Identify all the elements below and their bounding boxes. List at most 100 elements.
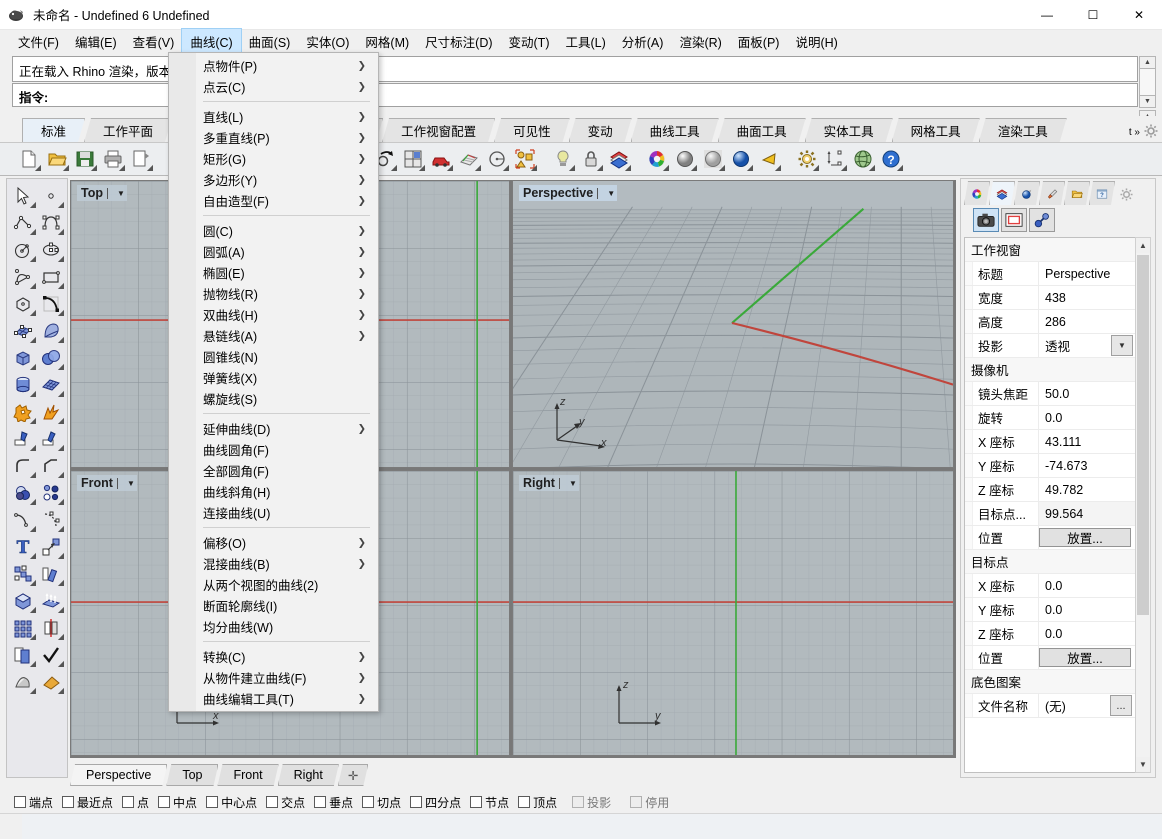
curve-from-points-icon[interactable]: ◢ (37, 506, 65, 533)
layers-icon[interactable]: ◢ (606, 146, 632, 172)
circle-radius-icon[interactable]: ◢ (484, 146, 510, 172)
menu-item-2-6[interactable]: 圆锥线(N) (169, 346, 378, 367)
menu-item-4-4[interactable]: 均分曲线(W) (169, 616, 378, 637)
menu-item-2-4[interactable]: 双曲线(H) ❯ (169, 304, 378, 325)
menu-item-4-1[interactable]: 混接曲线(B) ❯ (169, 553, 378, 574)
explode-icon[interactable]: ◢ (37, 398, 65, 425)
menu-11[interactable]: 渲染(R) (671, 29, 729, 54)
menu-item-2-0[interactable]: 圆(C) ❯ (169, 220, 378, 241)
menu-8[interactable]: 变动(T) (501, 29, 558, 54)
browse-file-button[interactable]: ... (1110, 695, 1132, 716)
add-viewport-tab-icon[interactable]: ✛ (338, 764, 368, 786)
osnap-10[interactable]: 顶点 (518, 794, 557, 811)
toolbar-tab-9[interactable]: 曲面工具 (718, 118, 806, 142)
save-icon[interactable]: ◢ (72, 146, 98, 172)
menu-item-3-4[interactable]: 连接曲线(U) (169, 502, 378, 523)
viewport-tab-top[interactable]: Top (166, 764, 218, 786)
checkbox-icon[interactable] (14, 796, 26, 808)
osnap-0[interactable]: 端点 (14, 794, 53, 811)
command-history-scrollbar[interactable]: ▲ ▼ (1139, 56, 1156, 108)
scroll-down-icon[interactable]: ▼ (1136, 757, 1150, 772)
gear-icon[interactable] (1120, 188, 1133, 205)
boolean-union-icon[interactable]: ◢ (9, 398, 37, 425)
dimension-icon[interactable]: ◢ (822, 146, 848, 172)
rendered-sphere-icon[interactable]: ◢ (728, 146, 754, 172)
checkbox-icon[interactable] (410, 796, 423, 808)
scroll-up-icon[interactable]: ▲ (1139, 56, 1156, 69)
group-icon[interactable]: ◢ (9, 560, 37, 587)
chamfer-icon[interactable]: ◢ (37, 452, 65, 479)
car-render-icon[interactable]: ◢ (428, 146, 454, 172)
scroll-down-icon[interactable]: ▼ (1139, 95, 1156, 108)
viewport-tab-right[interactable]: Right (278, 764, 339, 786)
scrollbar-thumb[interactable] (1137, 255, 1149, 615)
osnap-11[interactable]: 投影 (572, 794, 611, 811)
chevron-down-icon[interactable]: ▼ (117, 189, 125, 198)
scroll-up-icon[interactable]: ▲ (1136, 238, 1150, 253)
chevron-down-icon[interactable]: ▼ (569, 479, 577, 488)
menu-item-1-1[interactable]: 多重直线(P) ❯ (169, 127, 378, 148)
property-value[interactable]: (无) (1039, 694, 1110, 717)
menu-13[interactable]: 说明(H) (787, 29, 845, 54)
menu-4[interactable]: 曲面(S) (241, 29, 299, 54)
toolbar-tab-11[interactable]: 网格工具 (892, 118, 980, 142)
scatter-points-icon[interactable]: ◢ (37, 479, 65, 506)
property-place-button[interactable]: 放置... (1039, 648, 1131, 667)
property-value[interactable]: 0.0 (1039, 622, 1135, 645)
maximize-button[interactable]: ☐ (1070, 0, 1116, 30)
osnap-4[interactable]: 中心点 (206, 794, 257, 811)
viewport-tab-front[interactable]: Front (217, 764, 278, 786)
trim-icon[interactable]: ◢ (9, 425, 37, 452)
menu-10[interactable]: 分析(A) (614, 29, 672, 54)
ellipse-icon[interactable]: ◢ (37, 236, 65, 263)
panel-tab-color-wheel-icon[interactable] (964, 181, 990, 205)
checkbox-icon[interactable] (630, 796, 643, 808)
four-view-icon[interactable]: ◢ (400, 146, 426, 172)
new-file-icon[interactable]: ◢ (16, 146, 42, 172)
property-value[interactable]: 透视 (1039, 334, 1111, 357)
checkbox-icon[interactable] (62, 796, 75, 808)
panel-subtab-camera-icon[interactable] (973, 208, 999, 232)
property-value[interactable]: 0.0 (1039, 406, 1135, 429)
toolbar-overflow-label[interactable]: t » (1129, 127, 1140, 138)
toolbar-tab-1[interactable]: 工作平面 (84, 118, 172, 142)
toolbar-tab-12[interactable]: 渲染工具 (979, 118, 1067, 142)
osnap-12[interactable]: 停用 (630, 794, 669, 811)
osnap-7[interactable]: 切点 (362, 794, 401, 811)
shaded-sphere-icon[interactable]: ◢ (672, 146, 698, 172)
menu-5[interactable]: 实体(O) (298, 29, 357, 54)
split-icon[interactable]: ◢ (37, 425, 65, 452)
toolbar-tab-6[interactable]: 可见性 (494, 118, 570, 142)
cylinder-icon[interactable]: ◢ (9, 371, 37, 398)
globe-render-icon[interactable]: ◢ (850, 146, 876, 172)
close-button[interactable]: ✕ (1116, 0, 1162, 30)
menu-item-1-4[interactable]: 自由造型(F) ❯ (169, 190, 378, 211)
panel-subtab-frame-icon[interactable] (1001, 208, 1027, 232)
menu-item-5-1[interactable]: 从物件建立曲线(F) ❯ (169, 667, 378, 688)
menu-item-2-8[interactable]: 螺旋线(S) (169, 388, 378, 409)
panel-tab-material-brush-icon[interactable] (1039, 181, 1065, 205)
arc-icon[interactable]: ◢ (9, 263, 37, 290)
property-place-button[interactable]: 放置... (1039, 528, 1131, 547)
menu-item-2-2[interactable]: 椭圆(E) ❯ (169, 262, 378, 283)
ghosted-sphere-icon[interactable]: ◢ (700, 146, 726, 172)
box-icon[interactable]: ◢ (9, 344, 37, 371)
point-icon[interactable]: ◢ (37, 182, 65, 209)
viewport-perspective[interactable]: Perspective ▼ z y x (512, 180, 954, 468)
menu-item-4-2[interactable]: 从两个视图的曲线(2) (169, 574, 378, 595)
property-value[interactable]: 50.0 (1039, 382, 1135, 405)
property-value[interactable]: 99.564 (1039, 502, 1135, 525)
osnap-2[interactable]: 点 (122, 794, 149, 811)
light-bulb-icon[interactable]: ◢ (550, 146, 576, 172)
menu-item-4-3[interactable]: 断面轮廓线(I) (169, 595, 378, 616)
checkbox-icon[interactable] (518, 796, 531, 808)
menu-item-1-3[interactable]: 多边形(Y) ❯ (169, 169, 378, 190)
osnap-6[interactable]: 垂点 (314, 794, 353, 811)
toolbar-tabs-overflow[interactable]: t » (1129, 124, 1158, 141)
select-arrow-icon[interactable]: ◢ (9, 182, 37, 209)
fillet-icon[interactable]: ◢ (9, 452, 37, 479)
checkbox-icon[interactable] (206, 796, 219, 808)
copy-move-icon[interactable]: ◢ (37, 560, 65, 587)
boolean-difference-icon[interactable]: ◢ (9, 479, 37, 506)
osnap-8[interactable]: 四分点 (410, 794, 461, 811)
